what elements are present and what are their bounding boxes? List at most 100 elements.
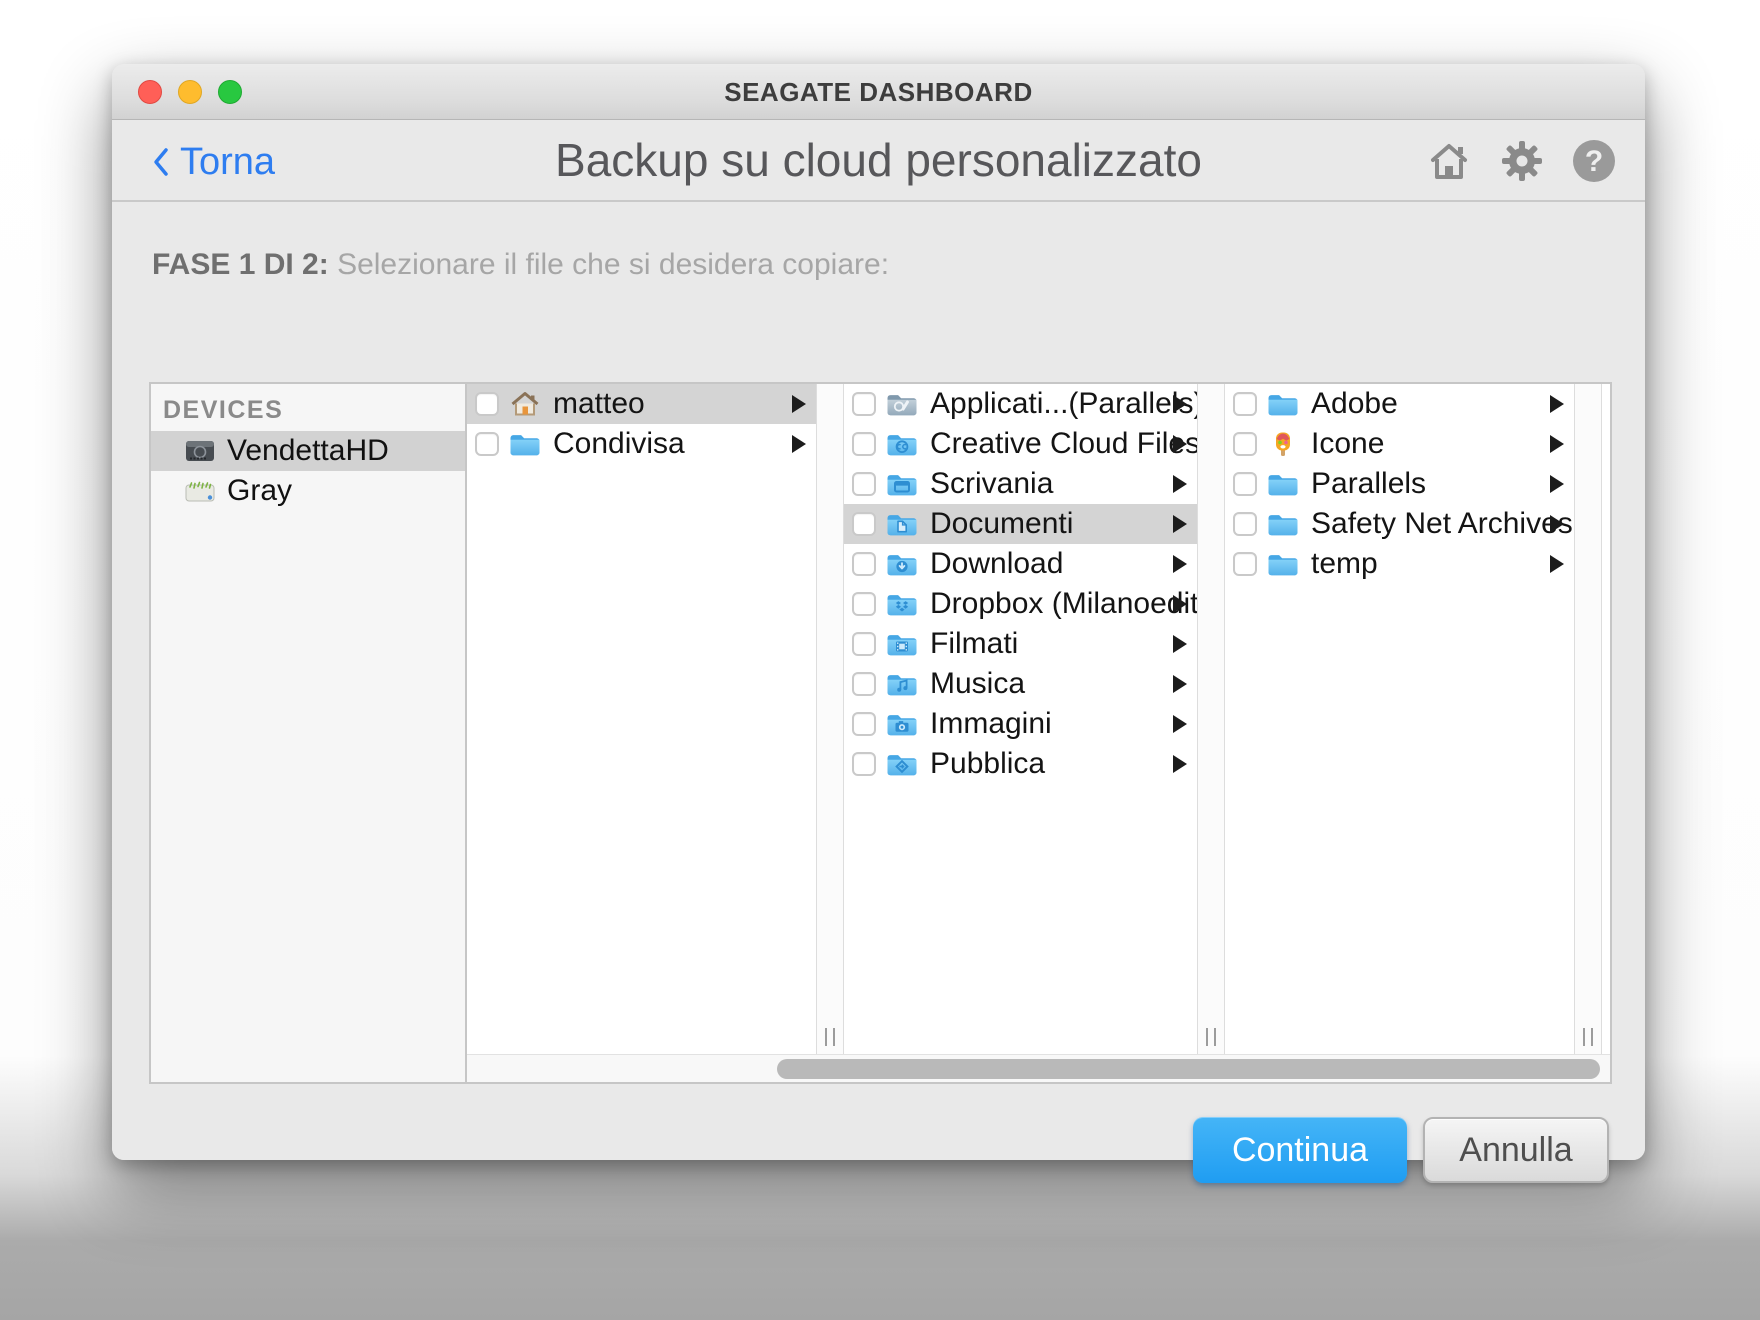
folder-icon	[1267, 390, 1299, 418]
file-browser: DEVICES VendettaHD Gray matteo Condivisa…	[149, 382, 1612, 1084]
disclosure-triangle-icon[interactable]	[1173, 675, 1187, 693]
disclosure-triangle-icon[interactable]	[1173, 635, 1187, 653]
disclosure-triangle-icon[interactable]	[1550, 435, 1564, 453]
disclosure-triangle-icon[interactable]	[1550, 555, 1564, 573]
checkbox[interactable]	[475, 432, 499, 456]
list-item-scrivania[interactable]: Scrivania	[844, 464, 1197, 504]
header: Torna Backup su cloud personalizzato ?	[112, 121, 1645, 202]
device-row-gray[interactable]: Gray	[151, 471, 465, 511]
disclosure-triangle-icon[interactable]	[1173, 715, 1187, 733]
checkbox[interactable]	[852, 592, 876, 616]
list-item-documenti[interactable]: Documenti	[844, 504, 1197, 544]
devices-header: DEVICES	[163, 396, 284, 424]
app-window: SEAGATE DASHBOARD Torna Backup su cloud …	[112, 64, 1645, 1183]
folder-documents-icon	[886, 510, 918, 538]
checkbox[interactable]	[1233, 512, 1257, 536]
column-browser: matteo Condivisa Applicati...(Parallels)…	[467, 384, 1610, 1082]
checkbox[interactable]	[1233, 472, 1257, 496]
home-folder-icon	[511, 392, 539, 416]
item-label: Condivisa	[553, 427, 685, 460]
horizontal-scrollbar-thumb[interactable]	[777, 1059, 1600, 1079]
column-resize-gutter[interactable]	[816, 384, 844, 1082]
checkbox[interactable]	[852, 712, 876, 736]
list-item-creative-cloud[interactable]: Creative Cloud Files	[844, 424, 1200, 464]
list-item-dropbox[interactable]: Dropbox (Milanoedit)	[844, 584, 1208, 624]
disclosure-triangle-icon[interactable]	[1173, 395, 1187, 413]
checkbox[interactable]	[852, 512, 876, 536]
list-item-adobe[interactable]: Adobe	[1225, 384, 1574, 424]
list-item-safety-net-archives[interactable]: Safety Net Archives	[1225, 504, 1574, 544]
checkbox[interactable]	[852, 472, 876, 496]
item-label: Immagini	[930, 707, 1052, 740]
item-label: Adobe	[1311, 387, 1398, 420]
step-number: FASE 1 DI 2:	[152, 248, 329, 281]
disclosure-triangle-icon[interactable]	[1550, 475, 1564, 493]
checkbox[interactable]	[852, 392, 876, 416]
item-label: Safety Net Archives	[1311, 507, 1573, 540]
disclosure-triangle-icon[interactable]	[792, 435, 806, 453]
item-label: Parallels	[1311, 467, 1427, 500]
column-resize-gutter[interactable]	[1574, 384, 1602, 1082]
list-item-temp[interactable]: temp	[1225, 544, 1574, 584]
item-label: temp	[1311, 547, 1378, 580]
checkbox[interactable]	[852, 672, 876, 696]
checkbox[interactable]	[852, 632, 876, 656]
list-item-icone[interactable]: Icone	[1225, 424, 1574, 464]
folder-dropbox-icon	[886, 590, 918, 618]
disclosure-triangle-icon[interactable]	[1550, 395, 1564, 413]
cancel-button[interactable]: Annulla	[1423, 1117, 1609, 1183]
list-item-parallels[interactable]: Parallels	[1225, 464, 1574, 504]
list-item-condivisa[interactable]: Condivisa	[467, 424, 816, 464]
list-item-musica[interactable]: Musica	[844, 664, 1197, 704]
item-label: Scrivania	[930, 467, 1054, 500]
hard-drive-green-icon	[185, 481, 215, 502]
disclosure-triangle-icon[interactable]	[1173, 555, 1187, 573]
device-row-vendettahd[interactable]: VendettaHD	[151, 431, 465, 471]
column-resize-handle-icon[interactable]	[1206, 1028, 1216, 1046]
help-glyph: ?	[1585, 145, 1603, 178]
disclosure-triangle-icon[interactable]	[792, 395, 806, 413]
device-label: VendettaHD	[227, 434, 389, 467]
disclosure-triangle-icon[interactable]	[1173, 475, 1187, 493]
checkbox[interactable]	[1233, 552, 1257, 576]
horizontal-scrollbar[interactable]	[467, 1054, 1610, 1082]
disclosure-triangle-icon[interactable]	[1173, 515, 1187, 533]
item-label: Musica	[930, 667, 1026, 700]
checkbox[interactable]	[852, 552, 876, 576]
folder-creative-cloud-icon	[886, 430, 918, 458]
column-home-contents: Applicati...(Parallels) Creative Cloud F…	[844, 384, 1208, 1082]
folder-music-icon	[886, 670, 918, 698]
checkbox[interactable]	[475, 392, 499, 416]
continue-button[interactable]: Continua	[1193, 1117, 1407, 1183]
list-item-matteo[interactable]: matteo	[467, 384, 816, 424]
disclosure-triangle-icon[interactable]	[1173, 595, 1187, 613]
disclosure-triangle-icon[interactable]	[1173, 755, 1187, 773]
list-item-applications[interactable]: Applicati...(Parallels)	[844, 384, 1203, 424]
column-resize-gutter[interactable]	[1197, 384, 1225, 1082]
item-label: Pubblica	[930, 747, 1046, 780]
list-item-download[interactable]: Download	[844, 544, 1197, 584]
disclosure-triangle-icon[interactable]	[1550, 515, 1564, 533]
disclosure-triangle-icon[interactable]	[1173, 435, 1187, 453]
folder-downloads-icon	[886, 550, 918, 578]
step-instruction: Selezionare il file che si desidera copi…	[337, 248, 890, 281]
list-item-pubblica[interactable]: Pubblica	[844, 744, 1197, 784]
list-item-immagini[interactable]: Immagini	[844, 704, 1197, 744]
folder-pictures-icon	[886, 710, 918, 738]
home-icon[interactable]	[1425, 138, 1473, 184]
checkbox[interactable]	[1233, 432, 1257, 456]
checkbox[interactable]	[1233, 392, 1257, 416]
list-item-filmati[interactable]: Filmati	[844, 624, 1197, 664]
column-resize-handle-icon[interactable]	[825, 1028, 835, 1046]
page-title: Backup su cloud personalizzato	[555, 134, 1202, 186]
content-area: FASE 1 DI 2: Selezionare il file che si …	[112, 202, 1645, 1183]
gear-icon[interactable]	[1499, 138, 1545, 184]
help-icon[interactable]: ?	[1571, 138, 1617, 184]
checkbox[interactable]	[852, 432, 876, 456]
title-bar: SEAGATE DASHBOARD	[112, 64, 1645, 120]
step-indicator: FASE 1 DI 2: Selezionare il file che si …	[152, 248, 889, 282]
column-documents-contents: Adobe Icone Parallels Safety Net Archive…	[1225, 384, 1574, 1082]
checkbox[interactable]	[852, 752, 876, 776]
column-resize-handle-icon[interactable]	[1583, 1028, 1593, 1046]
folder-icon	[1267, 550, 1299, 578]
